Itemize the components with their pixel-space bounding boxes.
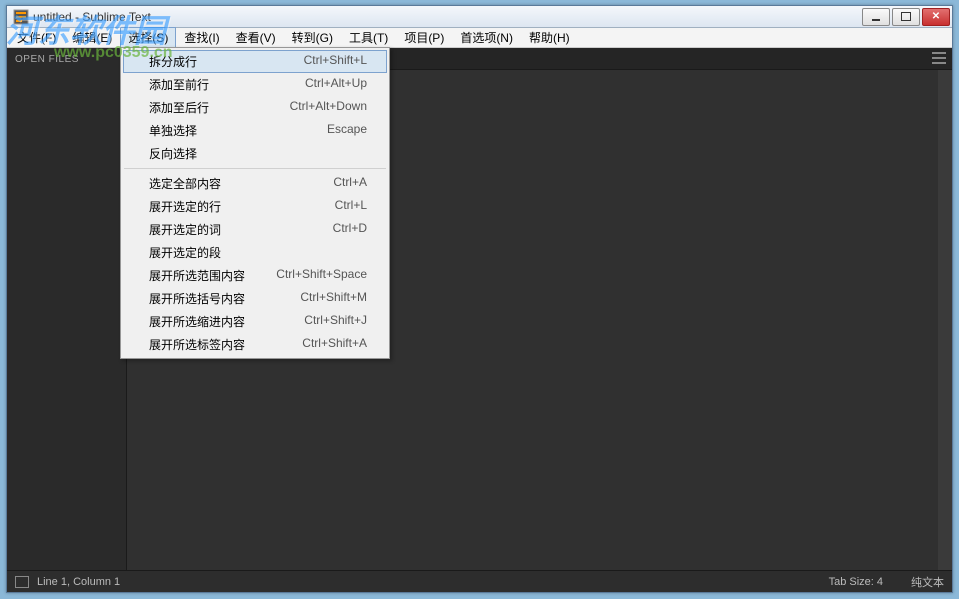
- status-tabsize[interactable]: Tab Size: 4: [829, 576, 883, 588]
- menu-item-expand-to-scope[interactable]: 展开所选范围内容 Ctrl+Shift+Space: [123, 264, 387, 287]
- app-icon: [13, 9, 29, 25]
- statusbar: Line 1, Column 1 Tab Size: 4 纯文本: [7, 570, 952, 592]
- vertical-scrollbar[interactable]: [938, 70, 952, 570]
- menu-edit[interactable]: 编辑(E): [64, 27, 120, 48]
- minimize-button[interactable]: [862, 8, 890, 26]
- maximize-button[interactable]: [892, 8, 920, 26]
- sidebar[interactable]: OPEN FILES: [7, 48, 127, 570]
- sidebar-open-files-label: OPEN FILES: [15, 54, 118, 65]
- menu-item-expand-to-indentation[interactable]: 展开所选缩进内容 Ctrl+Shift+J: [123, 310, 387, 333]
- menu-preferences[interactable]: 首选项(N): [452, 27, 521, 48]
- titlebar[interactable]: untitled - Sublime Text: [7, 6, 952, 28]
- menubar: 文件(F) 编辑(E) 选择(S) 查找(I) 查看(V) 转到(G) 工具(T…: [7, 28, 952, 48]
- menu-item-split-into-lines[interactable]: 拆分成行 Ctrl+Shift+L: [123, 50, 387, 73]
- menu-help[interactable]: 帮助(H): [521, 27, 578, 48]
- menu-goto[interactable]: 转到(G): [284, 27, 341, 48]
- status-position[interactable]: Line 1, Column 1: [37, 576, 120, 588]
- menu-item-select-all[interactable]: 选定全部内容 Ctrl+A: [123, 172, 387, 195]
- menu-item-add-previous-line[interactable]: 添加至前行 Ctrl+Alt+Up: [123, 73, 387, 96]
- menu-item-expand-to-tag[interactable]: 展开所选标签内容 Ctrl+Shift+A: [123, 333, 387, 356]
- menu-tools[interactable]: 工具(T): [341, 27, 396, 48]
- menu-item-expand-to-brackets[interactable]: 展开所选括号内容 Ctrl+Shift+M: [123, 287, 387, 310]
- menu-item-expand-to-paragraph[interactable]: 展开选定的段: [123, 241, 387, 264]
- menu-view[interactable]: 查看(V): [228, 27, 284, 48]
- panel-switcher-icon[interactable]: [15, 576, 29, 588]
- menu-item-single-selection[interactable]: 单独选择 Escape: [123, 119, 387, 142]
- menu-project[interactable]: 项目(P): [396, 27, 452, 48]
- menu-item-expand-to-line[interactable]: 展开选定的行 Ctrl+L: [123, 195, 387, 218]
- window-controls: [862, 8, 950, 26]
- status-syntax[interactable]: 纯文本: [911, 574, 944, 590]
- menu-find[interactable]: 查找(I): [176, 27, 227, 48]
- close-button[interactable]: [922, 8, 950, 26]
- tab-overflow-icon[interactable]: [932, 52, 946, 64]
- menu-file[interactable]: 文件(F): [9, 27, 64, 48]
- menu-separator: [124, 168, 386, 169]
- selection-menu-dropdown: 拆分成行 Ctrl+Shift+L 添加至前行 Ctrl+Alt+Up 添加至后…: [120, 47, 390, 359]
- menu-item-add-next-line[interactable]: 添加至后行 Ctrl+Alt+Down: [123, 96, 387, 119]
- menu-item-expand-to-word[interactable]: 展开选定的词 Ctrl+D: [123, 218, 387, 241]
- menu-item-invert-selection[interactable]: 反向选择: [123, 142, 387, 165]
- window-title: untitled - Sublime Text: [33, 10, 862, 24]
- menu-selection[interactable]: 选择(S): [120, 27, 176, 48]
